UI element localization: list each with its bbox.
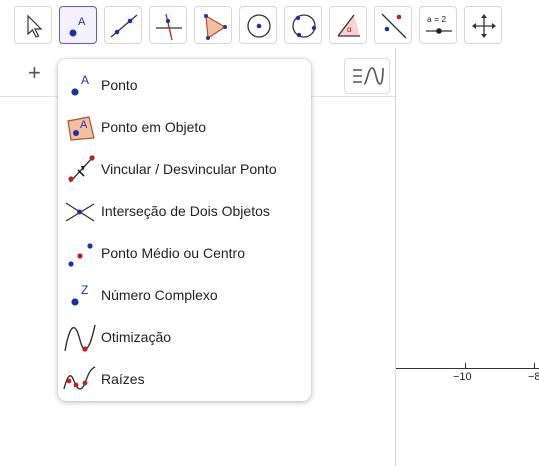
move-tool-button[interactable] <box>14 6 52 44</box>
menu-item-label: Ponto <box>101 77 138 93</box>
circle-points-icon <box>292 14 317 38</box>
complex-number-icon: Z <box>71 283 88 306</box>
circle-tool-button[interactable] <box>239 6 277 44</box>
move-graphics-tool-button[interactable] <box>464 6 502 44</box>
menu-item-attach-detach-point[interactable]: Vincular / Desvincular Ponto <box>58 149 311 189</box>
svg-text:a = 2: a = 2 <box>427 14 446 24</box>
menu-item-point-on-object[interactable]: A Ponto em Objeto <box>58 107 311 147</box>
menu-item-label: Ponto Médio ou Centro <box>101 245 245 261</box>
reflect-tool-button[interactable] <box>374 6 412 44</box>
add-icon[interactable]: + <box>28 60 41 86</box>
point-icon: A <box>71 73 89 96</box>
x-tick-label: −8 <box>528 371 539 383</box>
circle-3-points-tool-button[interactable] <box>284 6 322 44</box>
point-tools-menu: A Ponto A Ponto em Objeto Vincular / Des… <box>58 59 311 401</box>
svg-text:A: A <box>81 73 89 87</box>
menu-item-label: Otimização <box>101 329 172 345</box>
svg-text:Z: Z <box>81 283 88 297</box>
svg-text:α: α <box>347 25 352 34</box>
polygon-icon <box>204 14 227 40</box>
roots-icon <box>63 366 96 390</box>
x-tick <box>465 363 466 368</box>
svg-text:A: A <box>78 16 86 28</box>
circle-center-icon <box>247 14 271 38</box>
perpendicular-tool-button[interactable] <box>149 6 187 44</box>
menu-item-label: Vincular / Desvincular Ponto <box>101 161 277 177</box>
toolbar: A α a = 2 <box>0 0 539 48</box>
line-tool-button[interactable] <box>104 6 142 44</box>
perpendicular-icon <box>156 13 182 41</box>
x-tick <box>534 363 535 368</box>
svg-text:A: A <box>80 119 88 131</box>
point-on-object-icon: A <box>67 116 95 141</box>
point-tool-button[interactable]: A <box>59 6 97 44</box>
menu-item-label: Interseção de Dois Objetos <box>101 203 270 219</box>
x-tick-label: −10 <box>453 371 472 383</box>
menu-item-optimization[interactable]: Otimização <box>58 317 311 357</box>
intersect-icon <box>65 202 95 222</box>
polygon-tool-button[interactable] <box>194 6 232 44</box>
optimization-icon <box>64 324 96 352</box>
algebra-menu-icon[interactable] <box>344 58 390 94</box>
menu-item-label: Número Complexo <box>101 287 218 303</box>
x-axis <box>396 368 539 369</box>
reflect-icon <box>381 13 407 39</box>
menu-item-label: Raízes <box>101 371 145 387</box>
arrow-cursor-icon <box>27 14 43 38</box>
move-arrows-icon <box>472 14 496 38</box>
attach-detach-point-icon <box>68 155 95 183</box>
menu-item-complex-number[interactable]: Z Número Complexo <box>58 275 311 315</box>
menu-item-midpoint[interactable]: Ponto Médio ou Centro <box>58 233 311 273</box>
midpoint-icon <box>68 243 93 267</box>
slider-icon: a = 2 <box>426 14 452 34</box>
menu-item-point[interactable]: A Ponto <box>58 65 311 105</box>
point-icon: A <box>69 16 86 37</box>
angle-tool-button[interactable]: α <box>329 6 367 44</box>
menu-item-roots[interactable]: Raízes <box>58 359 311 399</box>
view-splitter[interactable] <box>395 48 396 466</box>
slider-tool-button[interactable]: a = 2 <box>419 6 457 44</box>
menu-item-label: Ponto em Objeto <box>101 119 207 135</box>
angle-icon: α <box>337 14 360 37</box>
line-icon <box>110 14 138 38</box>
menu-item-intersect[interactable]: Interseção de Dois Objetos <box>58 191 311 231</box>
